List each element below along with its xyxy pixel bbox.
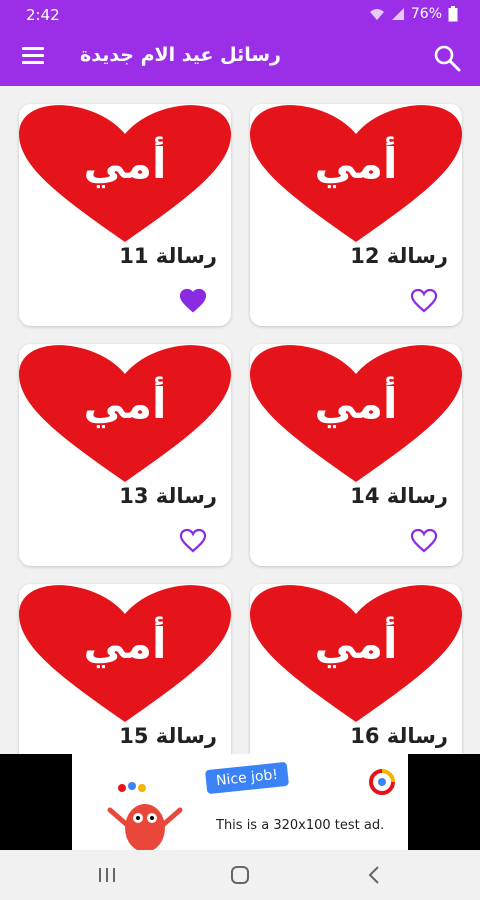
message-card[interactable]: أمي رسالة 13 [19, 344, 231, 566]
wifi-icon [369, 9, 384, 20]
heart-text: أمي [315, 376, 398, 429]
heart-text: أمي [315, 136, 398, 189]
heart-image: أمي [250, 345, 462, 482]
message-card[interactable]: أمي رسالة 14 [250, 344, 462, 566]
card-label: رسالة 12 [350, 244, 448, 268]
heart-outline-icon[interactable] [410, 288, 438, 314]
heart-image: أمي [250, 585, 462, 722]
heart-filled-icon[interactable] [179, 288, 207, 314]
search-icon[interactable] [432, 43, 462, 73]
monster-illustration [107, 782, 183, 850]
message-card[interactable]: أمي رسالة 12 [250, 104, 462, 326]
heart-image: أمي [250, 105, 462, 242]
battery-icon [448, 6, 458, 22]
heart-text: أمي [84, 136, 167, 189]
google-ads-logo-icon [369, 769, 395, 795]
message-card[interactable]: أمي رسالة 16 [250, 584, 462, 754]
card-label: رسالة 13 [119, 484, 217, 508]
card-label: رسالة 16 [350, 724, 448, 748]
hamburger-menu-icon[interactable] [22, 47, 44, 65]
signal-icon [391, 8, 404, 20]
messages-grid: أمي رسالة 12 أمي رسالة 11 أمي رسالة 14 أ… [0, 86, 480, 754]
card-label: رسالة 15 [119, 724, 217, 748]
message-card[interactable]: أمي رسالة 15 [19, 584, 231, 754]
status-icons: 76% [369, 6, 458, 22]
heart-image: أمي [19, 585, 231, 722]
page-title: رسائل عيد الام جديدة [80, 44, 281, 66]
message-card[interactable]: أمي رسالة 11 [19, 104, 231, 326]
heart-text: أمي [84, 376, 167, 429]
recent-apps-icon[interactable] [92, 862, 122, 888]
heart-image: أمي [19, 105, 231, 242]
status-time: 2:42 [26, 6, 60, 24]
heart-outline-icon[interactable] [179, 528, 207, 554]
home-icon[interactable] [225, 862, 255, 888]
system-nav-bar [0, 850, 480, 900]
ad-text: This is a 320x100 test ad. [216, 818, 385, 833]
status-bar: 2:42 76% [0, 0, 480, 30]
heart-text: أمي [315, 616, 398, 669]
ad-content[interactable]: Nice job! This is a 320x100 test ad. [72, 754, 408, 850]
heart-outline-icon[interactable] [410, 528, 438, 554]
card-label: رسالة 14 [350, 484, 448, 508]
back-icon[interactable] [360, 862, 390, 888]
heart-image: أمي [19, 345, 231, 482]
app-bar: رسائل عيد الام جديدة [0, 30, 480, 86]
battery-percent: 76% [410, 6, 442, 22]
ad-banner[interactable]: Nice job! This is a 320x100 test ad. [0, 754, 480, 850]
heart-text: أمي [84, 616, 167, 669]
ad-bubble: Nice job! [204, 761, 290, 795]
card-label: رسالة 11 [119, 244, 217, 268]
